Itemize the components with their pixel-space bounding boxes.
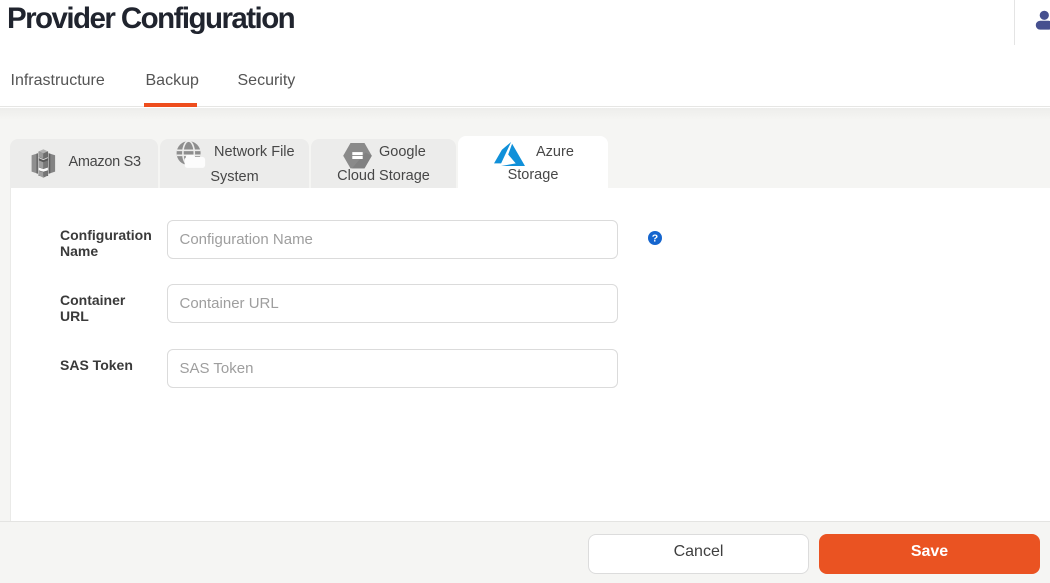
- svg-text:?: ?: [652, 233, 658, 245]
